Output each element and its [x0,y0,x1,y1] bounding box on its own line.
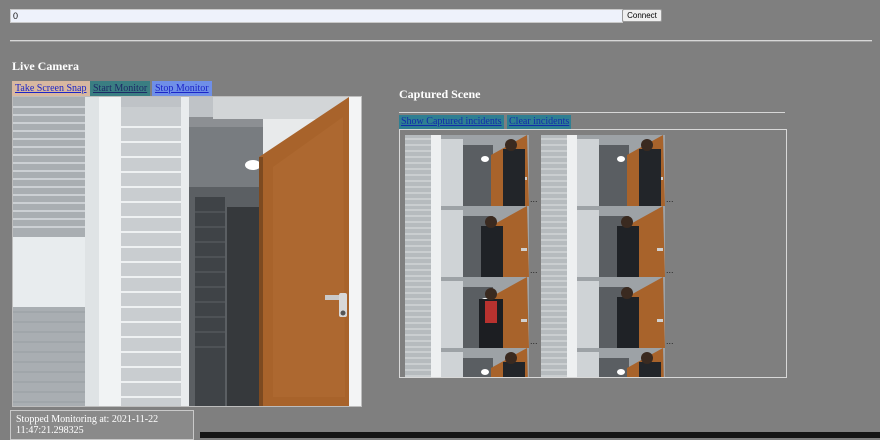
show-captured-button[interactable]: Show Captured incidents [399,115,504,129]
take-snap-button[interactable]: Take Screen Snap [12,81,90,96]
captured-thumbnail[interactable] [541,206,665,277]
live-camera-title: Live Camera [12,59,79,73]
captured-gallery[interactable]: .................. [399,129,787,378]
captured-thumbnail[interactable] [405,135,529,206]
captured-thumbnail[interactable] [541,277,665,348]
thumbnail-image [405,277,529,348]
status-line-2: 11:47:21.298325 [16,425,84,436]
status-box: Stopped Monitoring at: 2021-11-22 11:47:… [10,410,194,440]
captured-divider [399,112,785,113]
captured-thumbnail[interactable] [541,348,665,377]
thumbnail-ellipsis: ... [666,336,674,346]
captured-thumbnail[interactable] [405,277,529,348]
captured-thumbnail[interactable] [405,206,529,277]
thumbnail-image [541,348,665,377]
thumbnail-ellipsis: ... [666,194,674,204]
connect-button[interactable]: Connect [622,9,662,22]
taskbar-strip [200,432,880,438]
thumbnail-ellipsis: ... [666,265,674,275]
thumbnail-ellipsis: ... [530,336,538,346]
thumbnail-image [541,277,665,348]
clear-incidents-button[interactable]: Clear incidents [507,115,572,129]
thumbnail-image [405,348,529,377]
url-input[interactable]: 0 [10,9,623,23]
captured-thumbnail[interactable] [541,135,665,206]
thumbnail-image [541,206,665,277]
live-camera-feed [12,96,362,407]
divider [10,40,872,42]
start-monitor-button[interactable]: Start Monitor [90,81,151,96]
camera-scene-image [13,97,361,406]
thumbnail-ellipsis: ... [530,194,538,204]
thumbnail-image [541,135,665,206]
captured-thumbnail[interactable] [405,348,529,377]
thumbnail-image [405,135,529,206]
captured-scene-title: Captured Scene [399,87,481,101]
stop-monitor-button[interactable]: Stop Monitor [152,81,212,96]
status-line-1: Stopped Monitoring at: 2021-11-22 [16,414,159,425]
thumbnail-ellipsis: ... [530,265,538,275]
thumbnail-image [405,206,529,277]
